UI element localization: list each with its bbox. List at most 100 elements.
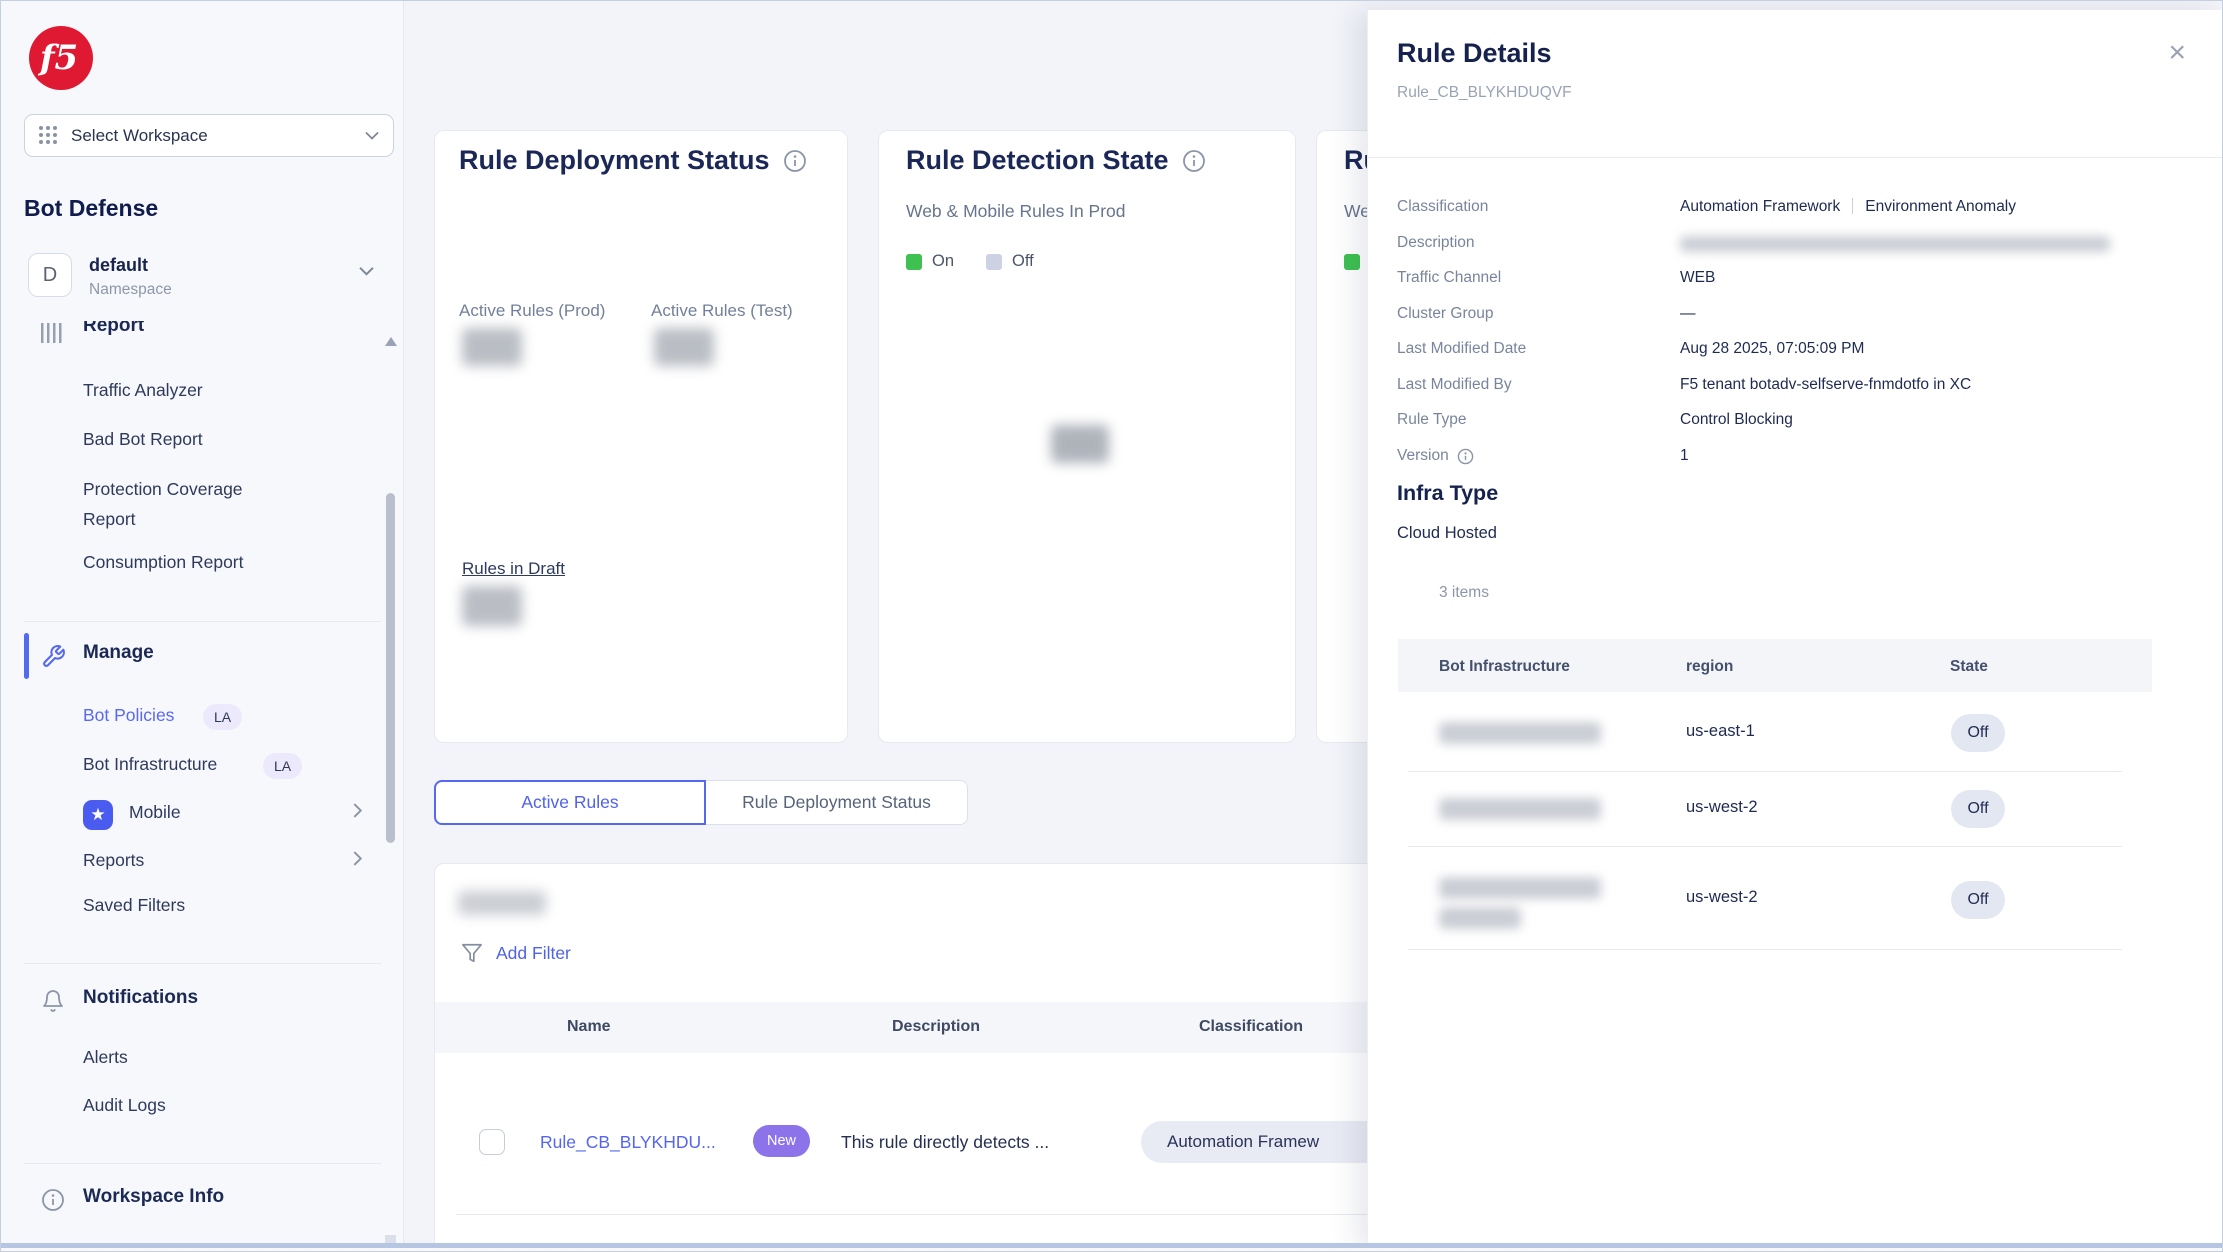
sidebar-item-audit-logs[interactable]: Audit Logs	[83, 1095, 166, 1116]
sidebar-section-notifications[interactable]: Notifications	[83, 987, 198, 1009]
app-window: Home › Bot Defense › Manage Bot Policies…	[0, 0, 2223, 1252]
infra-region-cell: us-west-2	[1686, 798, 1758, 817]
sidebar-divider	[24, 963, 381, 964]
info-icon[interactable]	[783, 149, 807, 173]
row-checkbox[interactable]	[479, 1129, 505, 1155]
column-header-name: Name	[567, 1018, 611, 1036]
value-separator	[1852, 198, 1853, 214]
scroll-up-arrow[interactable]	[385, 337, 397, 346]
field-label-traffic-channel: Traffic Channel	[1397, 269, 1501, 287]
sidebar-item-mobile[interactable]: Mobile	[129, 802, 181, 823]
third-card-legend-on-swatch	[1344, 254, 1360, 270]
rules-in-draft-value-redacted	[462, 586, 522, 626]
report-section-icon	[41, 323, 65, 343]
infra-type-subheading: Cloud Hosted	[1397, 524, 1497, 543]
active-rules-prod-label: Active Rules (Prod)	[459, 301, 605, 321]
sidebar-section-report[interactable]: Report	[83, 321, 144, 347]
sidebar-item-reports[interactable]: Reports	[83, 850, 144, 871]
workspace-selector[interactable]: Select Workspace	[24, 114, 394, 157]
window-bottom-gap	[1, 1248, 2223, 1252]
sidebar-item-saved-filters[interactable]: Saved Filters	[83, 895, 185, 916]
tab-active-rules[interactable]: Active Rules	[434, 780, 706, 825]
chevron-right-icon[interactable]	[353, 851, 362, 866]
sidebar-item-consumption-report[interactable]: Consumption Report	[83, 552, 244, 573]
sidebar-item-protection-coverage-report[interactable]: Protection Coverage Report	[83, 474, 293, 534]
add-filter-button[interactable]: Add Filter	[461, 942, 571, 964]
items-count-redacted	[458, 891, 546, 915]
legend-on-swatch	[906, 254, 922, 270]
workspace-selector-label: Select Workspace	[71, 126, 352, 146]
f5-logo: f5	[29, 26, 93, 90]
close-icon[interactable]: ×	[2168, 38, 2186, 68]
rule-deployment-status-card-title: Rule Deployment Status	[459, 145, 807, 176]
field-label-cluster-group: Cluster Group	[1397, 305, 1493, 323]
rule-deployment-status-card	[434, 130, 848, 743]
mobile-star-icon: ★	[83, 800, 113, 830]
info-icon[interactable]	[1182, 149, 1206, 173]
active-section-indicator	[24, 633, 29, 679]
rule-detection-state-subtitle: Web & Mobile Rules In Prod	[906, 201, 1126, 222]
chevron-down-icon	[365, 131, 379, 140]
info-icon[interactable]	[1457, 448, 1474, 465]
infra-region-cell: us-east-1	[1686, 722, 1755, 741]
field-label-description: Description	[1397, 234, 1475, 252]
rule-details-panel: Rule Details Rule_CB_BLYKHDUQVF × Classi…	[1367, 10, 2223, 1249]
chart-legend-on: On	[906, 252, 954, 271]
infra-items-count: 3 items	[1439, 584, 1489, 602]
column-header-classification: Classification	[1199, 1018, 1303, 1036]
sidebar-item-traffic-analyzer[interactable]: Traffic Analyzer	[83, 380, 203, 401]
product-title: Bot Defense	[24, 195, 158, 222]
column-header-description: Description	[892, 1018, 980, 1036]
donut-center-value-redacted	[1051, 425, 1109, 463]
tab-rule-deployment-status[interactable]: Rule Deployment Status	[706, 780, 968, 825]
active-rules-prod-value-redacted	[462, 328, 522, 366]
active-rules-test-label: Active Rules (Test)	[651, 301, 793, 321]
grid-icon	[39, 126, 58, 145]
sidebar-divider	[24, 1163, 381, 1164]
sidebar-item-bot-infrastructure[interactable]: Bot Infrastructure	[83, 754, 217, 775]
chevron-down-icon[interactable]	[359, 266, 374, 276]
field-value-version: 1	[1680, 447, 1689, 465]
rule-detection-state-card-title: Rule Detection State	[906, 145, 1206, 176]
field-value-traffic-channel: WEB	[1680, 269, 1715, 287]
field-label-last-modified-by: Last Modified By	[1397, 376, 1512, 394]
field-value-last-modified-date: Aug 28 2025, 07:05:09 PM	[1680, 340, 1864, 358]
sidebar-divider	[24, 621, 381, 622]
sidebar-section-workspace-info[interactable]: Workspace Info	[83, 1186, 224, 1208]
chevron-right-icon[interactable]	[353, 803, 362, 818]
state-off-chip: Off	[1951, 790, 2005, 828]
infra-row-divider	[1408, 771, 2122, 772]
active-rules-test-value-redacted	[654, 328, 714, 366]
sidebar-item-alerts[interactable]: Alerts	[83, 1047, 128, 1068]
field-label-version: Version	[1397, 447, 1474, 465]
rules-in-draft-link[interactable]: Rules in Draft	[462, 559, 565, 579]
state-off-chip: Off	[1951, 714, 2005, 752]
sidebar-section-manage[interactable]: Manage	[83, 642, 154, 664]
field-label-last-modified-date: Last Modified Date	[1397, 340, 1526, 358]
sidebar-scrollbar-thumb[interactable]	[386, 493, 395, 843]
infra-name-redacted	[1439, 722, 1601, 744]
infra-name-redacted	[1439, 877, 1601, 899]
infra-column-state: State	[1950, 658, 1988, 676]
rules-list-panel	[434, 863, 1384, 1251]
chart-legend-off: Off	[986, 252, 1034, 271]
sidebar-item-bad-bot-report[interactable]: Bad Bot Report	[83, 429, 203, 450]
funnel-icon	[461, 942, 483, 964]
bell-icon	[41, 989, 65, 1013]
field-value-classification: Automation FrameworkEnvironment Anomaly	[1680, 198, 2016, 216]
panel-divider	[1368, 157, 2223, 158]
sidebar-item-bot-policies[interactable]: Bot Policies	[83, 705, 174, 726]
bot-infrastructure-la-badge: LA	[263, 753, 302, 779]
rule-name-link[interactable]: Rule_CB_BLYKHDU...	[540, 1132, 716, 1153]
infra-column-bot-infrastructure: Bot Infrastructure	[1439, 658, 1570, 676]
rule-description-cell: This rule directly detects ...	[841, 1132, 1049, 1153]
field-label-rule-type: Rule Type	[1397, 411, 1467, 429]
state-off-chip: Off	[1951, 881, 2005, 919]
info-icon	[41, 1188, 65, 1212]
panel-rule-id: Rule_CB_BLYKHDUQVF	[1397, 84, 1572, 102]
legend-off-swatch	[986, 254, 1002, 270]
infra-region-cell: us-west-2	[1686, 888, 1758, 907]
sidebar: f5 Select Workspace Bot Defense D defaul…	[1, 1, 404, 1252]
infra-type-heading: Infra Type	[1397, 481, 1498, 506]
infra-name-redacted	[1439, 907, 1521, 929]
